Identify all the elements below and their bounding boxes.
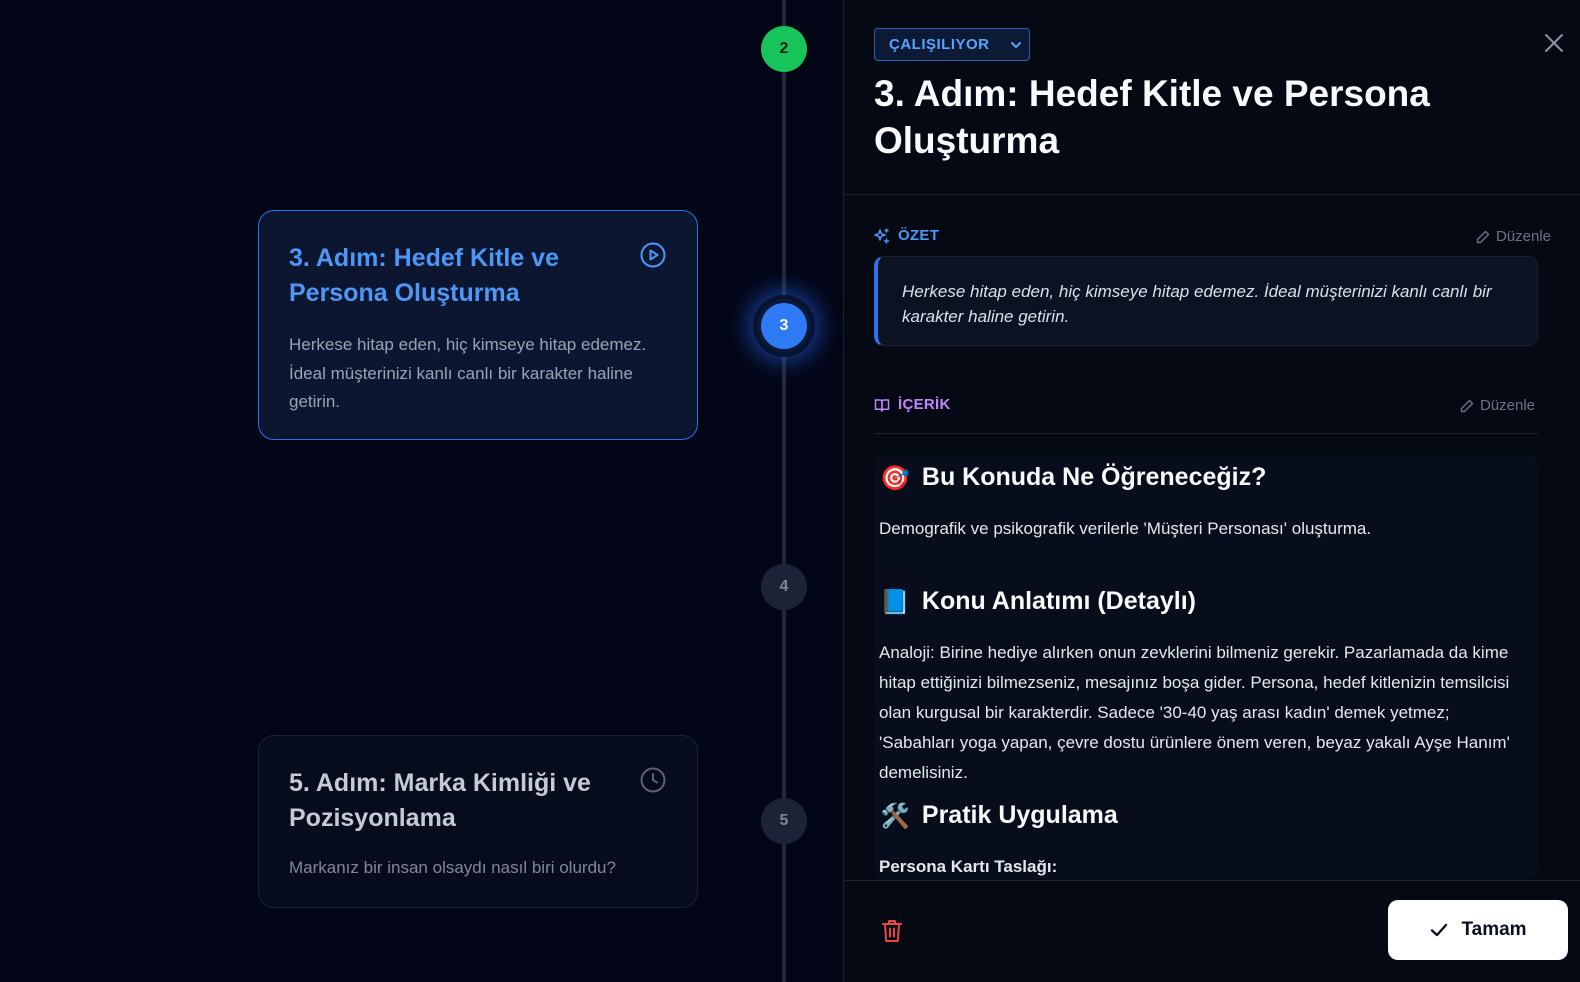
close-icon[interactable] (1543, 32, 1565, 54)
timeline-node-4[interactable]: 4 (761, 564, 807, 610)
timeline-line (782, 349, 786, 564)
edit-content-button[interactable]: Düzenle (1460, 397, 1535, 414)
step-card-active[interactable]: 3. Adım: Hedef Kitle ve Persona Oluşturm… (258, 210, 698, 440)
target-icon: 🎯 (880, 463, 910, 492)
timeline-node-2[interactable]: 2 (761, 26, 807, 72)
summary-text: Herkese hitap eden, hiç kimseye hitap ed… (874, 256, 1538, 346)
tools-icon: 🛠️ (880, 801, 910, 830)
step-card-next[interactable]: 5. Adım: Marka Kimliği ve Pozisyonlama M… (258, 735, 698, 908)
content-heading-text: Pratik Uygulama (921, 801, 1118, 829)
content-heading-text: Konu Anlatımı (Detaylı) (921, 587, 1196, 615)
content-heading: 🛠️ Pratik Uygulama (880, 801, 1118, 830)
play-circle-icon (640, 242, 666, 268)
timeline-line (782, 72, 786, 303)
step-card-description: Markanız bir insan olsaydı nasıl biri ol… (289, 858, 616, 877)
book-open-icon (874, 398, 890, 412)
content-label: İÇERİK (898, 396, 951, 413)
summary-header: ÖZET (874, 227, 939, 244)
timeline: 2 3 4 5 3. Adım: Hedef Kitle ve Persona … (0, 0, 850, 982)
pencil-icon (1476, 230, 1490, 243)
summary-label: ÖZET (898, 227, 940, 244)
edit-label: Düzenle (1479, 397, 1535, 414)
content-paragraph: Analoji: Birine hediye alırken onun zevk… (879, 643, 1510, 782)
pencil-icon (1460, 399, 1474, 412)
check-icon (1431, 923, 1448, 937)
timeline-node-3[interactable]: 3 (761, 303, 807, 349)
content-header: İÇERİK (874, 396, 951, 413)
timeline-line (782, 844, 786, 982)
divider (844, 194, 1580, 195)
content-heading: 📘 Konu Anlatımı (Detaylı) (880, 587, 1196, 616)
content-paragraph: Demografik ve psikografik verilerle 'Müş… (879, 519, 1372, 538)
content-paragraph: Persona Kartı Taslağı: (879, 857, 1058, 876)
divider (844, 880, 1580, 881)
timeline-line (782, 610, 786, 798)
divider (874, 433, 1538, 434)
status-dropdown[interactable]: ÇALIŞILIYOR (874, 28, 1030, 61)
done-button-label: Tamam (1461, 919, 1527, 940)
book-icon: 📘 (880, 587, 910, 616)
content-heading-text: Bu Konuda Ne Öğreneceğiz? (921, 463, 1267, 491)
sparkles-icon (874, 227, 890, 244)
panel-title: 3. Adım: Hedef Kitle ve Persona Oluşturm… (874, 73, 1430, 161)
step-card-description: Herkese hitap eden, hiç kimseye hitap ed… (289, 335, 647, 411)
step-card-title: 5. Adım: Marka Kimliği ve Pozisyonlama (289, 769, 591, 832)
timeline-line (782, 0, 786, 26)
edit-label: Düzenle (1495, 228, 1551, 245)
clock-icon (640, 767, 666, 793)
trash-icon[interactable] (880, 918, 904, 944)
edit-summary-button[interactable]: Düzenle (1476, 228, 1551, 245)
status-dropdown-value: ÇALIŞILIYOR (889, 36, 990, 53)
done-button[interactable]: Tamam (1388, 900, 1568, 960)
content-heading: 🎯 Bu Konuda Ne Öğreneceğiz? (880, 463, 1266, 492)
timeline-node-5[interactable]: 5 (761, 798, 807, 844)
step-detail-panel: ÇALIŞILIYOR 3. Adım: Hedef Kitle ve Pers… (843, 0, 1580, 982)
chevron-down-icon (1011, 42, 1021, 48)
step-card-title: 3. Adım: Hedef Kitle ve Persona Oluşturm… (289, 244, 559, 307)
content-body: 🎯 Bu Konuda Ne Öğreneceğiz? Demografik v… (874, 455, 1538, 879)
